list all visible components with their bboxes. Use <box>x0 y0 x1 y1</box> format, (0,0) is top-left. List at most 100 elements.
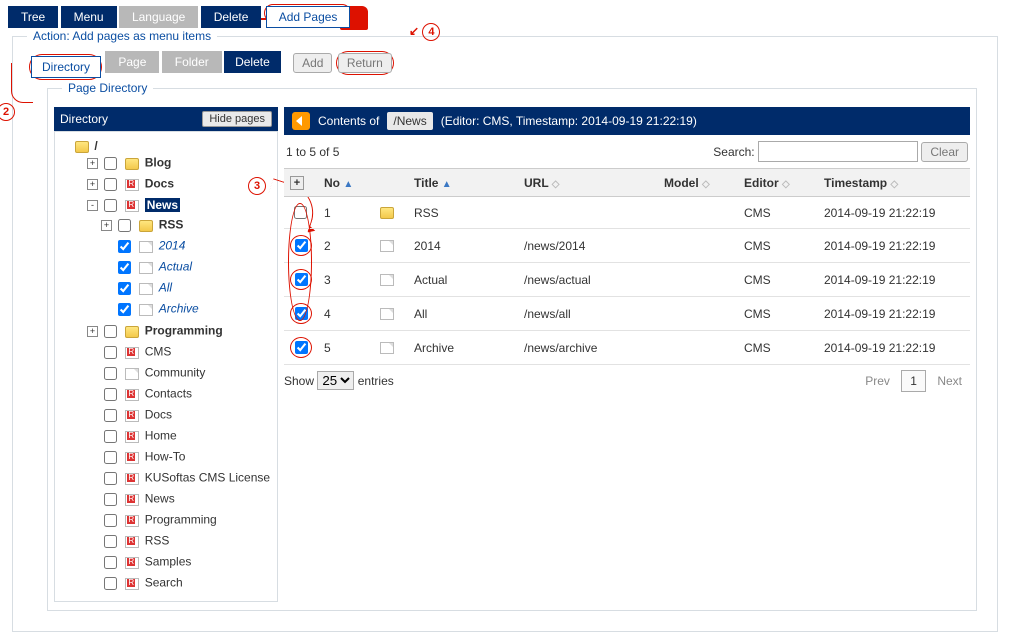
tree-checkbox-programming2[interactable] <box>104 514 117 527</box>
tree-checkbox-news2[interactable] <box>104 493 117 506</box>
expand-toggle[interactable]: + <box>87 179 98 190</box>
subtab-folder[interactable]: Folder <box>162 51 222 73</box>
tree-item-news[interactable]: News <box>145 198 180 212</box>
th-timestamp[interactable]: Timestamp <box>824 176 887 190</box>
cell-no: 4 <box>318 297 372 331</box>
tree-item-rss[interactable]: RSS <box>159 218 184 232</box>
tree-item-cms[interactable]: CMS <box>145 345 172 359</box>
th-editor[interactable]: Editor <box>744 176 779 190</box>
tree-item-all[interactable]: All <box>159 281 172 295</box>
pagesize-select[interactable]: 25 <box>317 371 354 390</box>
tree-item-rss2[interactable]: RSS <box>145 534 170 548</box>
tree-checkbox-community[interactable] <box>104 367 117 380</box>
tab-language[interactable]: Language <box>119 6 198 28</box>
tree-item-license[interactable]: KUSoftas CMS License <box>145 471 270 485</box>
page-icon <box>380 240 394 252</box>
tree-item-home[interactable]: Home <box>145 429 177 443</box>
tree-checkbox-cms[interactable] <box>104 346 117 359</box>
cell-editor: CMS <box>738 197 818 229</box>
sub-tab-bar: Directory Page Folder Delete Add Return <box>29 51 991 80</box>
tree-item-search[interactable]: Search <box>145 576 183 590</box>
tab-delete[interactable]: Delete <box>201 6 262 28</box>
expand-toggle[interactable]: + <box>101 220 112 231</box>
tree-item-community[interactable]: Community <box>145 366 206 380</box>
row-checkbox[interactable] <box>294 206 307 219</box>
rpage-icon <box>125 389 139 401</box>
tab-menu[interactable]: Menu <box>61 6 117 28</box>
subtab-page[interactable]: Page <box>105 51 159 73</box>
row-checkbox[interactable] <box>295 273 308 286</box>
expand-toggle[interactable]: + <box>87 158 98 169</box>
tree-item-programming[interactable]: Programming <box>145 324 223 338</box>
tree-item-samples[interactable]: Samples <box>145 555 192 569</box>
tree-item-docs[interactable]: Docs <box>145 177 174 191</box>
cell-title[interactable]: Archive <box>408 331 518 365</box>
row-checkbox[interactable] <box>295 239 308 252</box>
add-button[interactable]: Add <box>293 53 332 73</box>
annotation-number-2: 2 <box>0 103 15 121</box>
tree-item-archive[interactable]: Archive <box>159 302 199 316</box>
tree-item-2014[interactable]: 2014 <box>159 239 186 253</box>
page-current[interactable]: 1 <box>901 370 926 392</box>
tree-checkbox-search[interactable] <box>104 577 117 590</box>
tree-checkbox-archive[interactable] <box>118 303 131 316</box>
expand-toggle[interactable]: + <box>87 326 98 337</box>
tree-item-contacts[interactable]: Contacts <box>145 387 192 401</box>
next-button[interactable]: Next <box>929 371 970 391</box>
subtab-delete[interactable]: Delete <box>224 51 281 73</box>
clear-button[interactable]: Clear <box>921 142 968 162</box>
tree-checkbox-all[interactable] <box>118 282 131 295</box>
prev-button[interactable]: Prev <box>857 371 898 391</box>
collapse-toggle[interactable]: - <box>87 200 98 211</box>
add-row-button[interactable]: + <box>290 176 304 190</box>
tree-item-howto[interactable]: How-To <box>145 450 186 464</box>
tree-checkbox-contacts[interactable] <box>104 388 117 401</box>
search-input[interactable] <box>758 141 918 162</box>
tree-root[interactable]: / <box>94 139 97 153</box>
tree-checkbox-rss[interactable] <box>118 219 131 232</box>
cell-title[interactable]: 2014 <box>408 229 518 263</box>
subtab-directory[interactable]: Directory <box>31 56 101 78</box>
tree-checkbox-actual[interactable] <box>118 261 131 274</box>
tab-tree[interactable]: Tree <box>8 6 58 28</box>
tree-checkbox-license[interactable] <box>104 472 117 485</box>
hide-pages-button[interactable]: Hide pages <box>202 111 272 127</box>
rpage-icon <box>125 410 139 422</box>
cell-model <box>658 297 738 331</box>
tree-checkbox-howto[interactable] <box>104 451 117 464</box>
tab-add-pages[interactable]: Add Pages <box>266 6 351 28</box>
back-icon[interactable] <box>292 112 310 130</box>
tree-checkbox-news[interactable] <box>104 199 117 212</box>
row-checkbox[interactable] <box>295 307 308 320</box>
cell-title[interactable]: All <box>408 297 518 331</box>
cell-no: 5 <box>318 331 372 365</box>
contents-of-label: Contents of <box>318 114 379 128</box>
tree-checkbox-programming[interactable] <box>104 325 117 338</box>
tree-item-docs2[interactable]: Docs <box>145 408 172 422</box>
tree-checkbox-docs2[interactable] <box>104 409 117 422</box>
tree-checkbox-home[interactable] <box>104 430 117 443</box>
folder-icon <box>75 141 89 153</box>
cell-title[interactable]: Actual <box>408 263 518 297</box>
th-no[interactable]: No <box>324 176 340 190</box>
rpage-icon <box>125 494 139 506</box>
tree-item-blog[interactable]: Blog <box>145 156 172 170</box>
tree-item-news2[interactable]: News <box>145 492 175 506</box>
row-checkbox[interactable] <box>295 341 308 354</box>
th-model[interactable]: Model <box>664 176 699 190</box>
th-title[interactable]: Title <box>414 176 438 190</box>
tree-item-programming2[interactable]: Programming <box>145 513 217 527</box>
tree-checkbox-rss2[interactable] <box>104 535 117 548</box>
search-row: 1 to 5 of 5 Search: Clear <box>286 141 968 162</box>
table-row: 4All/news/allCMS2014-09-19 21:22:19 <box>284 297 970 331</box>
sort-icon: ◇ <box>702 179 710 190</box>
return-button[interactable]: Return <box>338 53 392 73</box>
tree-item-actual[interactable]: Actual <box>159 260 192 274</box>
th-url[interactable]: URL <box>524 176 548 190</box>
tree-checkbox-blog[interactable] <box>104 157 117 170</box>
cell-no: 3 <box>318 263 372 297</box>
cell-title[interactable]: RSS <box>408 197 518 229</box>
tree-checkbox-docs[interactable] <box>104 178 117 191</box>
tree-checkbox-samples[interactable] <box>104 556 117 569</box>
tree-checkbox-2014[interactable] <box>118 240 131 253</box>
